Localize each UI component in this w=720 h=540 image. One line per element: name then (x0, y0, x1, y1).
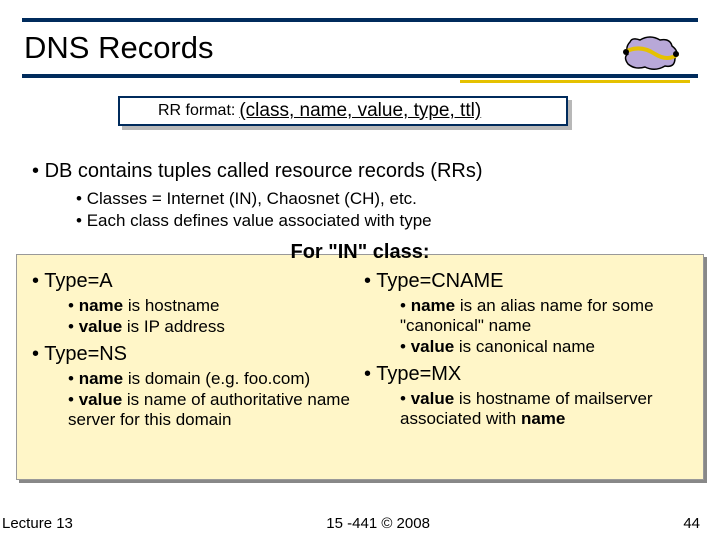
sub-bullets: Classes = Internet (IN), Chaosnet (CH), … (76, 189, 688, 231)
two-columns: Type=A name is hostname value is IP addr… (32, 270, 688, 431)
type-ns-details: name is domain (e.g. foo.com) value is n… (68, 369, 356, 430)
left-column: Type=A name is hostname value is IP addr… (32, 270, 356, 431)
type-a-line2: value is IP address (68, 317, 356, 337)
footer-center: 15 -441 © 2008 (326, 515, 430, 532)
type-mx-header: Type=MX (364, 363, 688, 386)
type-cname-line1: name is an alias name for some "canonica… (400, 296, 688, 336)
type-ns-line2: value is name of authoritative name serv… (68, 390, 356, 430)
sub-bullet-1: Classes = Internet (IN), Chaosnet (CH), … (76, 189, 688, 209)
footer-right: 44 (683, 515, 700, 532)
rr-format-box: RR format: (class, name, value, type, tt… (118, 96, 568, 126)
type-cname-header: Type=CNAME (364, 270, 688, 293)
type-a-details: name is hostname value is IP address (68, 296, 356, 337)
type-mx-details: value is hostname of mailserver associat… (400, 389, 688, 429)
sub-bullet-2: Each class defines value associated with… (76, 211, 688, 231)
network-logo (620, 32, 680, 74)
footer-left: Lecture 13 (2, 515, 73, 532)
rr-label: RR format: (158, 102, 235, 120)
content-area: DB contains tuples called resource recor… (32, 160, 688, 431)
rr-value: (class, name, value, type, ttl) (239, 100, 481, 122)
type-ns-header: Type=NS (32, 343, 356, 366)
type-a-line1: name is hostname (68, 296, 356, 316)
footer: Lecture 13 15 -441 © 2008 44 (0, 515, 720, 532)
type-ns-line1: name is domain (e.g. foo.com) (68, 369, 356, 389)
type-a-header: Type=A (32, 270, 356, 293)
title-accent (460, 80, 690, 83)
type-cname-details: name is an alias name for some "canonica… (400, 296, 688, 357)
type-mx-line1: value is hostname of mailserver associat… (400, 389, 688, 429)
main-bullet: DB contains tuples called resource recor… (32, 160, 688, 183)
for-in-header: For "IN" class: (32, 241, 688, 264)
slide-title: DNS Records (24, 30, 214, 66)
right-column: Type=CNAME name is an alias name for som… (364, 270, 688, 431)
type-cname-line2: value is canonical name (400, 337, 688, 357)
